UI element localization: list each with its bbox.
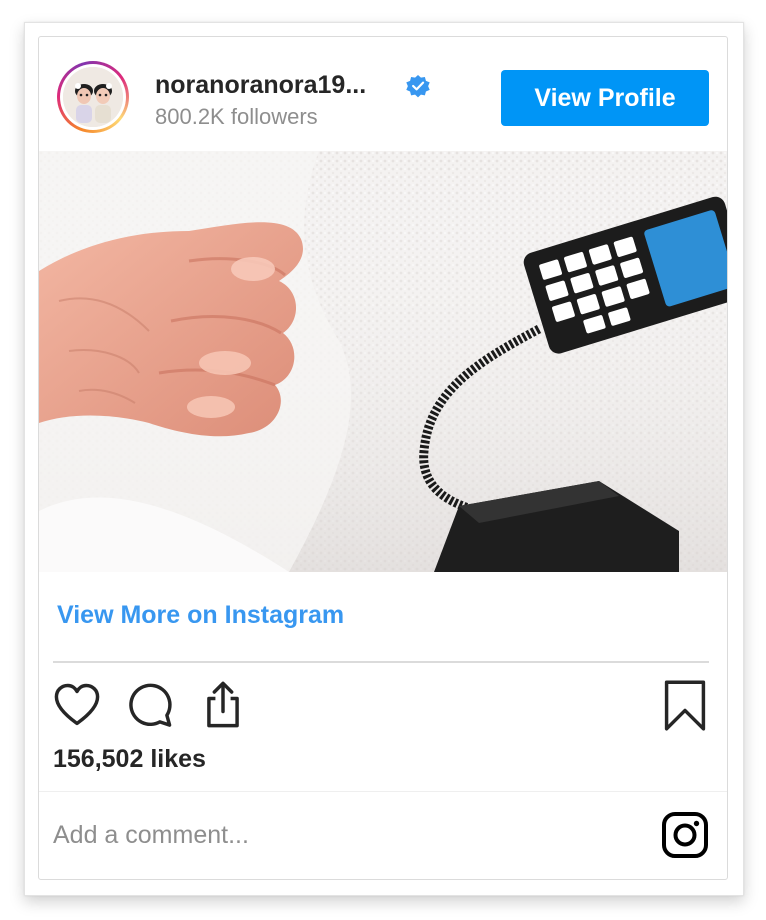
post-header: noranoranora19... 800.2K followers View … [39, 37, 727, 151]
verified-badge-icon [406, 74, 430, 98]
bookmark-icon[interactable] [659, 679, 711, 731]
comment-bubble-icon[interactable] [123, 679, 175, 731]
avatar [63, 67, 123, 127]
follower-count: 800.2K followers [155, 104, 318, 129]
view-profile-button[interactable]: View Profile [501, 70, 709, 126]
username[interactable]: noranoranora19... [155, 71, 366, 100]
post-image[interactable] [39, 151, 727, 572]
comment-input[interactable] [53, 813, 633, 857]
instagram-embed-card: noranoranora19... 800.2K followers View … [38, 36, 728, 880]
divider [39, 791, 727, 792]
instagram-icon[interactable] [661, 811, 709, 859]
avatar-story-ring[interactable] [57, 61, 129, 133]
view-more-on-instagram-link[interactable]: View More on Instagram [57, 601, 344, 630]
divider [53, 661, 709, 663]
share-icon[interactable] [197, 679, 249, 731]
avatar-photo [63, 67, 123, 127]
heart-icon[interactable] [51, 679, 103, 731]
like-count: 156,502 likes [53, 745, 206, 773]
